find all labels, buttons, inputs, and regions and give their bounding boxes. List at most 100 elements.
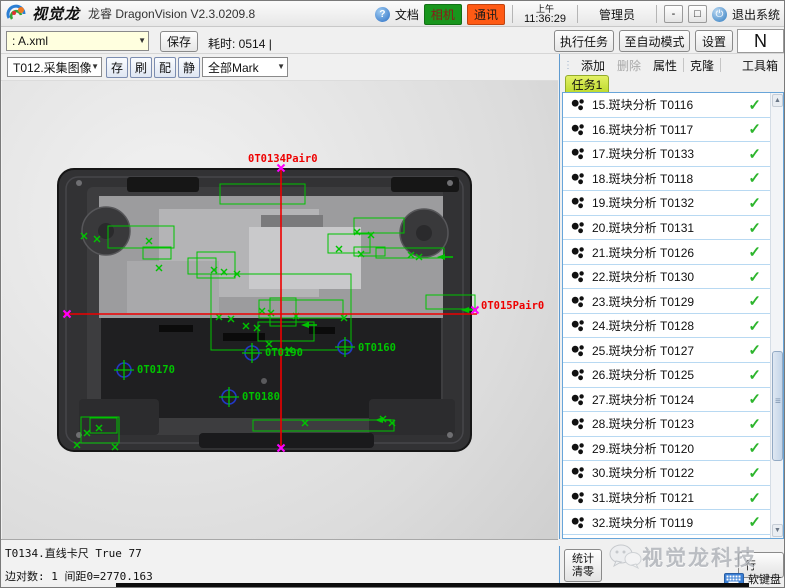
task-list-scrollbar[interactable]: ▲ ▼ (770, 93, 783, 538)
delete-task-button[interactable]: 删除 (617, 57, 641, 74)
toolbox-button[interactable]: 工具箱 (742, 57, 778, 74)
laptop-photo (58, 169, 471, 451)
task-item[interactable]: 30.斑块分析 T0122✓ (563, 461, 771, 486)
blob-analysis-icon (571, 221, 585, 234)
blob-analysis-icon (571, 196, 585, 209)
add-task-button[interactable]: 添加 (581, 57, 605, 74)
soft-keyboard-label: 软键盘 (748, 571, 781, 587)
task-item-label: 20.斑块分析 T0131 (592, 219, 694, 236)
refresh-button[interactable]: 刷 (130, 57, 152, 78)
blob-analysis-icon (571, 368, 585, 381)
task-item[interactable]: 31.斑块分析 T0121✓ (563, 486, 771, 511)
task-item[interactable]: 25.斑块分析 T0127 ✓ (563, 338, 771, 363)
scroll-down-icon[interactable]: ▼ (772, 524, 783, 537)
camera-status-button[interactable]: 相机 (424, 4, 462, 25)
overlay-label: 0T0190 (265, 347, 303, 359)
overlay-label: 0T0160 (358, 342, 396, 354)
inspection-image: 0T0134Pair00T015Pair00T01600T01900T01700… (9, 81, 557, 539)
task-item-label: 23.斑块分析 T0129 (592, 293, 694, 310)
task-item[interactable]: 19.斑块分析 T0132✓ (563, 191, 771, 216)
overlay-label: 0T0134Pair0 (248, 153, 318, 165)
scrollbar-thumb[interactable] (772, 351, 783, 461)
task-item[interactable]: 22.斑块分析 T0130✓ (563, 265, 771, 290)
vendor-watermark: 视觉龙科技 (608, 542, 757, 572)
maximize-button[interactable]: □ (688, 5, 707, 23)
task-item-label: 27.斑块分析 T0124 (592, 391, 694, 408)
check-icon: ✓ (748, 489, 761, 507)
user-button[interactable]: 管理员 (585, 6, 649, 23)
task-item-label: 29.斑块分析 T0120 (592, 440, 694, 457)
xml-file-combo[interactable]: : A.xml ▼ (6, 31, 149, 51)
overlay-label: 0T0180 (242, 391, 280, 403)
app-title: 龙睿 DragonVision V2.3.0209.8 (88, 5, 255, 22)
task-properties-button[interactable]: 属性 (653, 57, 677, 74)
check-icon: ✓ (748, 145, 761, 163)
minimize-button[interactable]: - (664, 5, 683, 23)
blob-analysis-icon (571, 344, 585, 357)
overlay-label: 0T0170 (137, 364, 175, 376)
task-item[interactable]: 23.斑块分析 T0129 ✓ (563, 289, 771, 314)
status-bar: T0134.直线卡尺 True 77 边对数: 1 间距0=2770.163 (1, 539, 558, 584)
check-icon: ✓ (748, 219, 761, 237)
docs-button[interactable]: 文档 (395, 6, 419, 23)
task-panel-toolbar: ⋮ 添加 删除 属性 克隆 工具箱 (560, 56, 785, 74)
mark-filter-value: 全部Mark (208, 59, 259, 76)
blob-analysis-icon (571, 98, 585, 111)
task-item[interactable]: 24.斑块分析 T0128✓ (563, 314, 771, 339)
power-icon[interactable]: ⏻ (712, 7, 727, 22)
task-item-label: 32.斑块分析 T0119 (592, 514, 693, 531)
inspection-image-canvas[interactable]: 0T0134Pair00T015Pair00T01600T01900T01700… (2, 81, 558, 539)
task-item[interactable]: 20.斑块分析 T0131 ✓ (563, 216, 771, 241)
check-icon: ✓ (748, 96, 761, 114)
chat-bubbles-icon (608, 543, 642, 571)
stats-clear-button[interactable]: 统计 清零 (564, 549, 602, 582)
elapsed-time: 耗时: 0514 | (208, 35, 272, 52)
store-button[interactable]: 存 (106, 57, 128, 78)
clone-task-button[interactable]: 克隆 (690, 57, 714, 74)
task-item[interactable]: 18.斑块分析 T0118 ✓ (563, 167, 771, 192)
task-item[interactable]: 32.斑块分析 T0119 ✓ (563, 510, 771, 535)
tab-task1[interactable]: 任务1 (565, 75, 609, 92)
check-icon: ✓ (748, 464, 761, 482)
task-item[interactable]: 29.斑块分析 T0120✓ (563, 437, 771, 462)
match-button[interactable]: 配 (154, 57, 176, 78)
task-item-label: 28.斑块分析 T0123 (592, 415, 694, 432)
task-item-label: 21.斑块分析 T0126 (592, 244, 694, 261)
exit-button[interactable]: 退出系统 (732, 6, 780, 23)
task-item-label: 18.斑块分析 T0118 (592, 170, 693, 187)
image-toolbar: T012.采集图像 ▼ 存 刷 配 静 全部Mark ▼ (1, 55, 558, 81)
task-item-label: 25.斑块分析 T0127 (592, 342, 694, 359)
blob-analysis-icon (571, 147, 585, 160)
chevron-down-icon: ▼ (277, 62, 285, 71)
check-icon: ✓ (748, 292, 761, 310)
comm-status-button[interactable]: 通讯 (467, 4, 505, 25)
auto-mode-button[interactable]: 至自动模式 (619, 30, 690, 52)
task-item[interactable]: 28.斑块分析 T0123✓ (563, 412, 771, 437)
check-icon: ✓ (748, 268, 761, 286)
blob-analysis-icon (571, 123, 585, 136)
check-icon: ✓ (748, 169, 761, 187)
task-item[interactable]: 15.斑块分析 T0116✓ (563, 93, 771, 118)
check-icon: ✓ (748, 341, 761, 359)
check-icon: ✓ (748, 390, 761, 408)
settings-button[interactable]: 设置 (695, 30, 733, 52)
task-step-combo[interactable]: T012.采集图像 ▼ (7, 57, 102, 77)
run-task-button[interactable]: 执行任务 (554, 30, 614, 52)
check-icon: ✓ (748, 513, 761, 531)
static-button[interactable]: 静 (178, 57, 200, 78)
task-step-value: T012.采集图像 (13, 59, 92, 76)
chevron-down-icon: ▼ (91, 62, 99, 71)
scroll-up-icon[interactable]: ▲ (772, 94, 783, 107)
mark-filter-combo[interactable]: 全部Mark ▼ (202, 57, 288, 77)
task-item[interactable]: 26.斑块分析 T0125✓ (563, 363, 771, 388)
task-list: 15.斑块分析 T0116✓16.斑块分析 T0117✓17.斑块分析 T013… (562, 92, 784, 539)
task-item[interactable]: 21.斑块分析 T0126✓ (563, 240, 771, 265)
task-panel: ⋮ 添加 删除 属性 克隆 工具箱 任务1 15.斑块分析 T0116✓16.斑… (559, 54, 785, 539)
save-button[interactable]: 保存 (160, 31, 198, 52)
task-item[interactable]: 16.斑块分析 T0117✓ (563, 118, 771, 143)
task-item-label: 24.斑块分析 T0128 (592, 317, 694, 334)
task-item-label: 19.斑块分析 T0132 (592, 194, 694, 211)
task-item[interactable]: 27.斑块分析 T0124 ✓ (563, 388, 771, 413)
help-icon[interactable]: ? (375, 7, 390, 22)
task-item[interactable]: 17.斑块分析 T0133✓ (563, 142, 771, 167)
